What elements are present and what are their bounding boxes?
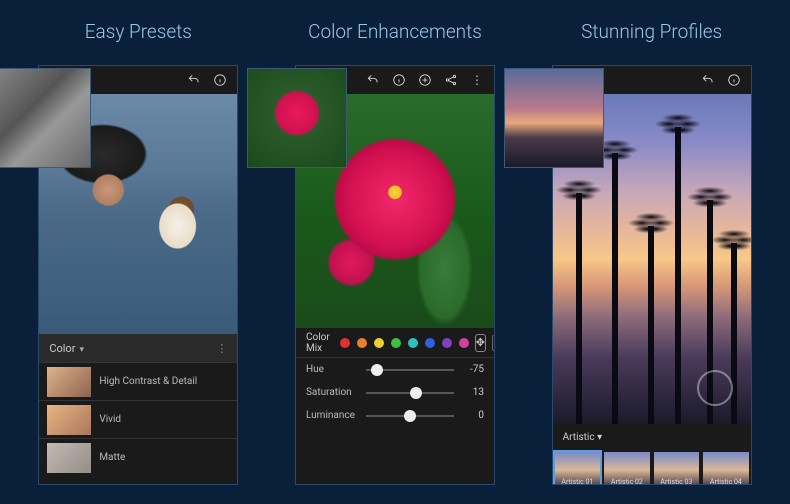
preset-row[interactable]: Matte bbox=[39, 438, 237, 476]
done-button[interactable]: DONE bbox=[492, 335, 495, 351]
profile-section-header[interactable]: Artistic ▾ bbox=[553, 424, 751, 450]
slider-label: Saturation bbox=[306, 387, 358, 398]
slider-hue: Hue -75 bbox=[296, 358, 494, 381]
profile-thumbnail[interactable]: Artistic 01 bbox=[555, 452, 601, 485]
color-picker-icon[interactable]: ✥ bbox=[475, 334, 486, 352]
palm-silhouette bbox=[612, 153, 618, 424]
panel-title: Stunning Profiles bbox=[581, 20, 722, 43]
more-icon[interactable]: ⋮ bbox=[470, 73, 484, 87]
section-label: Artistic bbox=[563, 432, 595, 443]
profile-label: Artistic 01 bbox=[561, 478, 593, 485]
presets-section-header[interactable]: Color ▾ ⋮ bbox=[39, 334, 237, 362]
preset-thumbnail bbox=[47, 443, 91, 473]
preset-label: High Contrast & Detail bbox=[99, 376, 197, 387]
profile-strip: Artistic 01 Artistic 02 Artistic 03 Arti… bbox=[553, 450, 751, 485]
palm-silhouette bbox=[675, 127, 681, 424]
profile-label: Artistic 04 bbox=[710, 478, 742, 485]
slider-track[interactable] bbox=[366, 415, 454, 417]
slider-track[interactable] bbox=[366, 369, 454, 371]
profile-label: Artistic 02 bbox=[611, 478, 643, 485]
color-dot-yellow[interactable] bbox=[374, 338, 384, 348]
before-thumbnail[interactable] bbox=[247, 68, 347, 168]
undo-icon[interactable] bbox=[187, 73, 201, 87]
info-icon[interactable] bbox=[213, 73, 227, 87]
panel-stunning-profiles: Stunning Profiles Artistic ▾ Artistic 01… bbox=[529, 20, 774, 485]
color-dot-blue[interactable] bbox=[425, 338, 435, 348]
profile-thumbnail[interactable]: Artistic 03 bbox=[654, 452, 700, 485]
profile-label: Artistic 03 bbox=[660, 478, 692, 485]
color-dot-purple[interactable] bbox=[442, 338, 452, 348]
palm-silhouette bbox=[576, 193, 582, 424]
section-label: Color bbox=[49, 342, 75, 355]
palm-silhouette bbox=[648, 226, 654, 424]
info-icon[interactable] bbox=[392, 73, 406, 87]
profile-thumbnail[interactable]: Artistic 02 bbox=[604, 452, 650, 485]
preset-thumbnail bbox=[47, 405, 91, 435]
slider-knob[interactable] bbox=[371, 364, 383, 376]
before-thumbnail[interactable] bbox=[504, 68, 604, 168]
slider-value: 13 bbox=[462, 387, 484, 398]
panel-easy-presets: Easy Presets Color ▾ ⋮ High Contrast & De… bbox=[16, 20, 261, 485]
share-icon[interactable] bbox=[444, 73, 458, 87]
slider-value: 0 bbox=[462, 410, 484, 421]
color-dot-red[interactable] bbox=[340, 338, 350, 348]
slider-knob[interactable] bbox=[404, 410, 416, 422]
slider-label: Hue bbox=[306, 364, 358, 375]
before-thumbnail[interactable] bbox=[0, 68, 91, 168]
color-dot-magenta[interactable] bbox=[459, 338, 469, 348]
panel-title: Color Enhancements bbox=[308, 20, 482, 43]
slider-knob[interactable] bbox=[410, 387, 422, 399]
slider-saturation: Saturation 13 bbox=[296, 381, 494, 404]
palm-silhouette bbox=[731, 243, 737, 425]
info-icon[interactable] bbox=[727, 73, 741, 87]
color-mix-header: Color Mix ✥ DONE bbox=[296, 328, 494, 358]
undo-icon[interactable] bbox=[701, 73, 715, 87]
slider-value: -75 bbox=[462, 364, 484, 375]
panel-title: Easy Presets bbox=[85, 20, 192, 43]
undo-icon[interactable] bbox=[366, 73, 380, 87]
color-dot-orange[interactable] bbox=[357, 338, 367, 348]
slider-label: Luminance bbox=[306, 410, 358, 421]
color-dot-green[interactable] bbox=[391, 338, 401, 348]
preset-thumbnail bbox=[47, 367, 91, 397]
panel-color-enhancements: Color Enhancements ⋮ Color Mix ✥ DON bbox=[272, 20, 517, 485]
chevron-down-icon: ▾ bbox=[79, 345, 84, 355]
color-dot-row bbox=[340, 338, 469, 348]
color-dot-aqua[interactable] bbox=[408, 338, 418, 348]
preset-label: Vivid bbox=[99, 414, 121, 425]
more-icon[interactable]: ⋮ bbox=[216, 342, 227, 355]
radial-filter-ring[interactable] bbox=[697, 370, 733, 406]
slider-luminance: Luminance 0 bbox=[296, 404, 494, 427]
add-icon[interactable] bbox=[418, 73, 432, 87]
profile-thumbnail[interactable]: Artistic 04 bbox=[703, 452, 749, 485]
preset-label: Matte bbox=[99, 452, 125, 463]
preset-row[interactable]: High Contrast & Detail bbox=[39, 362, 237, 400]
slider-track[interactable] bbox=[366, 392, 454, 394]
chevron-down-icon: ▾ bbox=[595, 432, 603, 443]
section-label: Color Mix bbox=[306, 332, 330, 354]
preset-row[interactable]: Vivid bbox=[39, 400, 237, 438]
